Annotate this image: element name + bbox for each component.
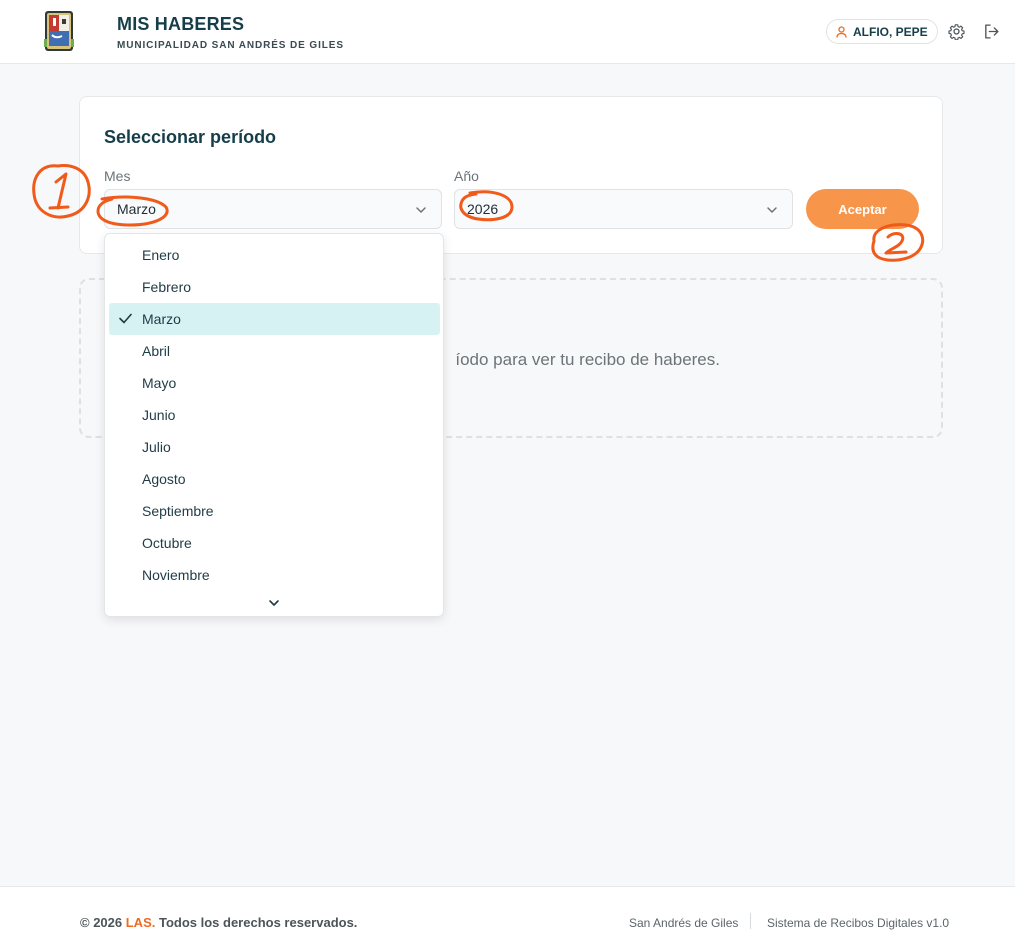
gear-icon[interactable] — [948, 23, 965, 40]
footer-system-version: Sistema de Recibos Digitales v1.0 — [767, 916, 950, 930]
month-option-label: Mayo — [142, 375, 177, 391]
month-option[interactable]: Abril — [109, 335, 440, 367]
month-option-selected[interactable]: Marzo — [109, 303, 440, 335]
month-option-label: Enero — [142, 247, 180, 263]
card-title: Seleccionar período — [104, 127, 277, 147]
month-option[interactable]: Febrero — [109, 271, 440, 303]
month-dropdown-list: Enero Febrero Marzo Abril Mayo Junio Jul… — [104, 233, 444, 617]
copyright-prefix: © 2026 — [80, 915, 126, 930]
month-option-label: Marzo — [142, 311, 181, 327]
month-option-label: Julio — [142, 439, 171, 455]
month-option[interactable]: Julio — [109, 431, 440, 463]
month-option[interactable]: Mayo — [109, 367, 440, 399]
month-option-label: Febrero — [142, 279, 192, 295]
month-option-label: Junio — [142, 407, 176, 423]
month-option[interactable]: Junio — [109, 399, 440, 431]
year-label: Año — [454, 168, 479, 184]
footer-divider — [750, 913, 751, 929]
copyright-suffix: Todos los derechos reservados. — [155, 915, 358, 930]
copyright-brand: LAS. — [125, 915, 156, 930]
month-option[interactable]: Noviembre — [109, 559, 440, 591]
month-label: Mes — [104, 168, 131, 184]
month-option[interactable]: Enero — [109, 239, 440, 271]
check-icon — [119, 313, 132, 324]
user-icon — [836, 25, 847, 38]
month-option-label: Agosto — [142, 471, 186, 487]
app-subtitle: MUNICIPALIDAD SAN ANDRÉS DE GILES — [117, 40, 344, 51]
month-select[interactable]: Marzo — [104, 189, 442, 229]
user-menu-button[interactable]: ALFIO, PEPE — [826, 19, 938, 44]
logout-icon[interactable] — [983, 23, 1000, 40]
month-select-value: Marzo — [117, 201, 156, 217]
period-selector-card: Seleccionar período Mes Marzo Año 2026 A… — [79, 96, 943, 254]
chevron-down-icon — [767, 207, 777, 213]
app-footer: © 2026 LAS. Todos los derechos reservado… — [0, 886, 1015, 952]
app-header: MIS HABERES MUNICIPALIDAD SAN ANDRÉS DE … — [0, 0, 1015, 64]
month-option-label: Noviembre — [142, 567, 210, 583]
empty-state-message: íodo para ver tu recibo de haberes. — [455, 350, 720, 369]
user-name: ALFIO, PEPE — [853, 24, 928, 39]
app-title: MIS HABERES — [117, 14, 245, 34]
month-option[interactable]: Agosto — [109, 463, 440, 495]
scroll-down-chevron-icon[interactable] — [268, 597, 280, 609]
accept-button[interactable]: Aceptar — [806, 189, 919, 229]
year-select[interactable]: 2026 — [454, 189, 793, 229]
month-option[interactable]: Septiembre — [109, 495, 440, 527]
month-option[interactable]: Octubre — [109, 527, 440, 559]
chevron-down-icon — [416, 207, 426, 213]
month-option-label: Octubre — [142, 535, 192, 551]
month-option-label: Septiembre — [142, 503, 214, 519]
municipal-shield-logo — [44, 11, 74, 51]
copyright-text: © 2026 LAS. Todos los derechos reservado… — [80, 915, 357, 930]
month-option-label: Abril — [142, 343, 171, 359]
year-select-value: 2026 — [467, 201, 499, 217]
footer-location: San Andrés de Giles — [629, 916, 739, 930]
